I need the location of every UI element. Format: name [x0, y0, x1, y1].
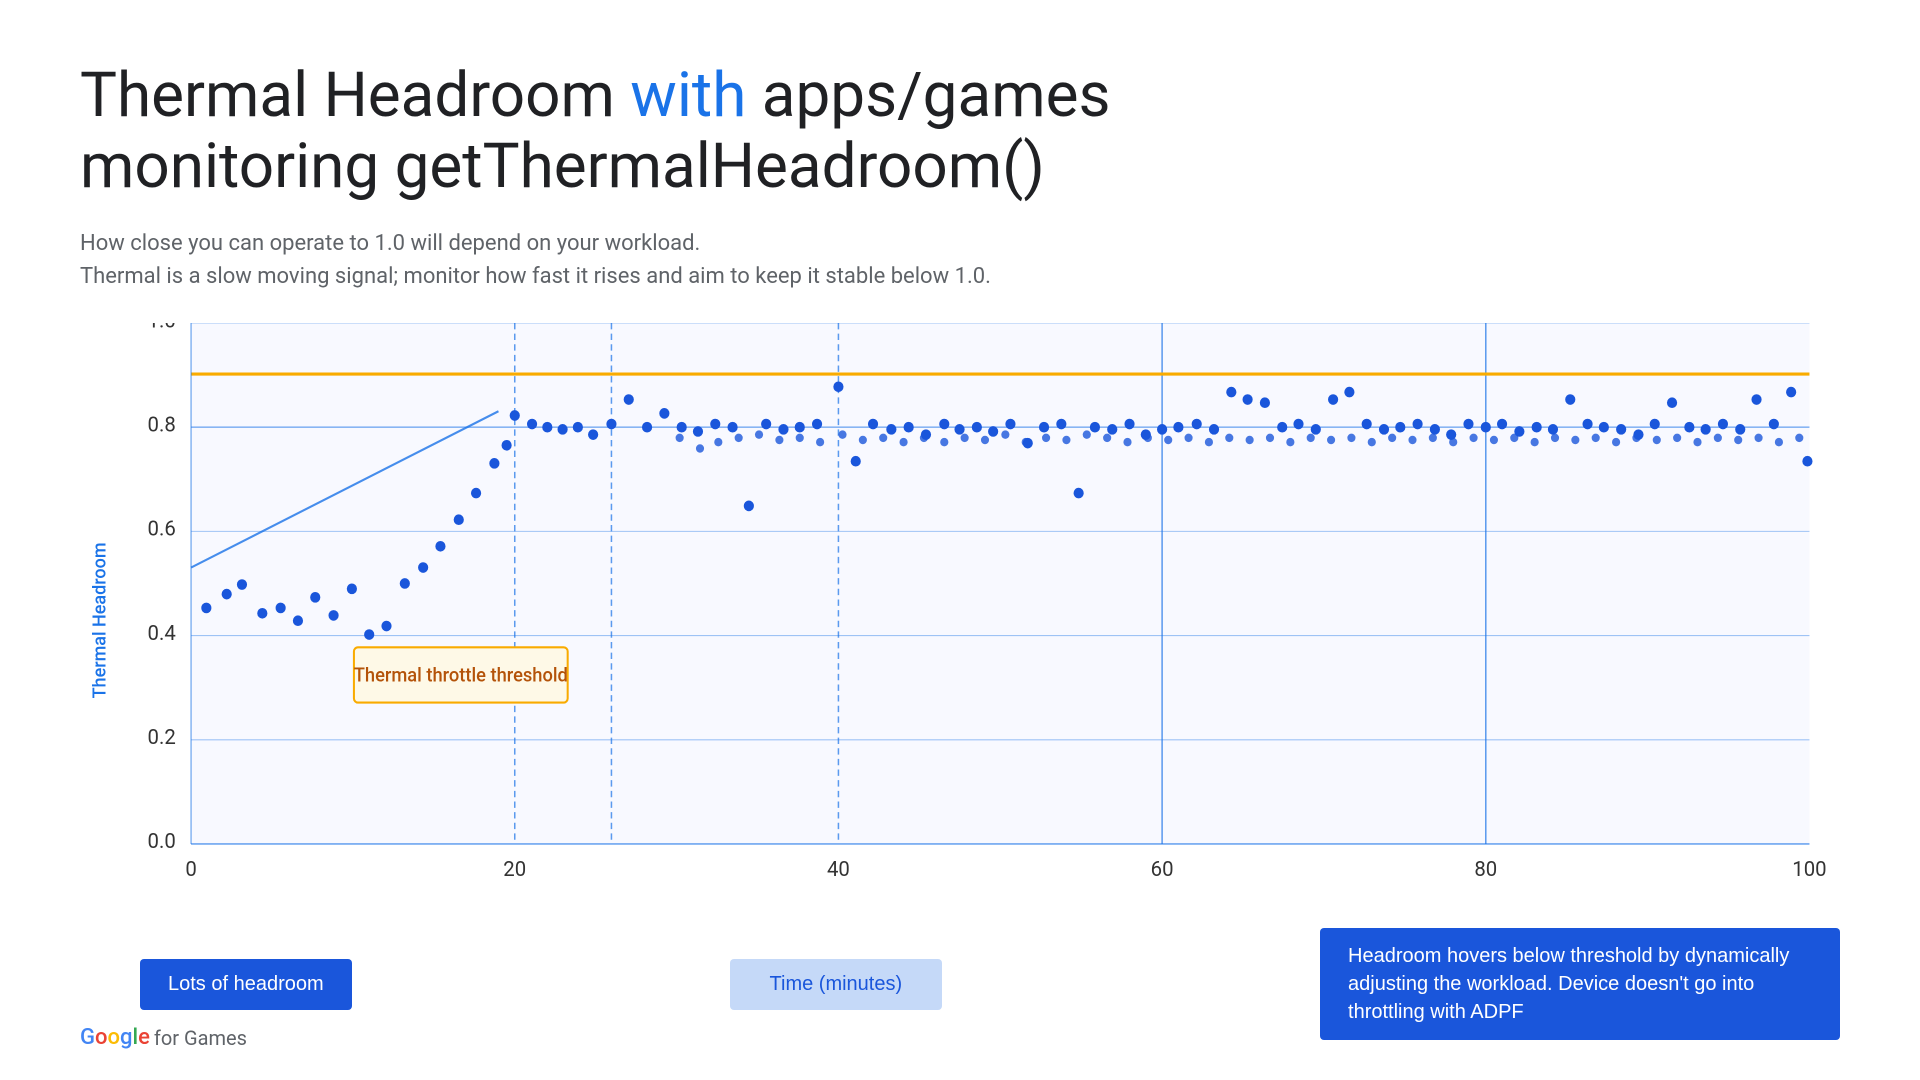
google-text: Google — [80, 1025, 150, 1050]
bottom-row: Lots of headroom Time (minutes) Headroom… — [80, 928, 1840, 1040]
svg-text:80: 80 — [1474, 857, 1497, 882]
svg-text:40: 40 — [827, 857, 850, 882]
chart-svg: 0.0 0.2 0.4 0.6 0.8 1.0 0 20 40 60 80 10… — [130, 323, 1840, 918]
chart-inner: 0.0 0.2 0.4 0.6 0.8 1.0 0 20 40 60 80 10… — [130, 323, 1840, 918]
subtitle: How close you can operate to 1.0 will de… — [80, 227, 1840, 293]
svg-text:0.8: 0.8 — [148, 413, 176, 438]
svg-text:0.4: 0.4 — [148, 621, 177, 646]
svg-text:0.6: 0.6 — [148, 517, 176, 542]
page: Thermal Headroom with apps/games monitor… — [0, 0, 1920, 1080]
page-title: Thermal Headroom with apps/games monitor… — [80, 60, 1840, 203]
time-minutes-button[interactable]: Time (minutes) — [730, 959, 943, 1010]
svg-text:0.0: 0.0 — [148, 829, 176, 854]
lots-headroom-button[interactable]: Lots of headroom — [140, 959, 352, 1010]
chart-container: Thermal Headroom — [80, 323, 1840, 918]
for-games-text: for Games — [154, 1026, 247, 1050]
svg-text:Thermal throttle threshold: Thermal throttle threshold — [354, 664, 568, 686]
svg-text:100: 100 — [1792, 857, 1826, 882]
adpf-info-button[interactable]: Headroom hovers below threshold by dynam… — [1320, 928, 1840, 1040]
svg-text:60: 60 — [1151, 857, 1174, 882]
y-axis-label: Thermal Headroom — [80, 323, 120, 918]
svg-text:20: 20 — [503, 857, 526, 882]
svg-text:0: 0 — [185, 857, 196, 882]
svg-text:0.2: 0.2 — [148, 725, 176, 750]
chart-area: Thermal Headroom — [80, 323, 1840, 1040]
svg-text:1.0: 1.0 — [148, 323, 176, 333]
google-logo: Google for Games — [80, 1025, 247, 1050]
